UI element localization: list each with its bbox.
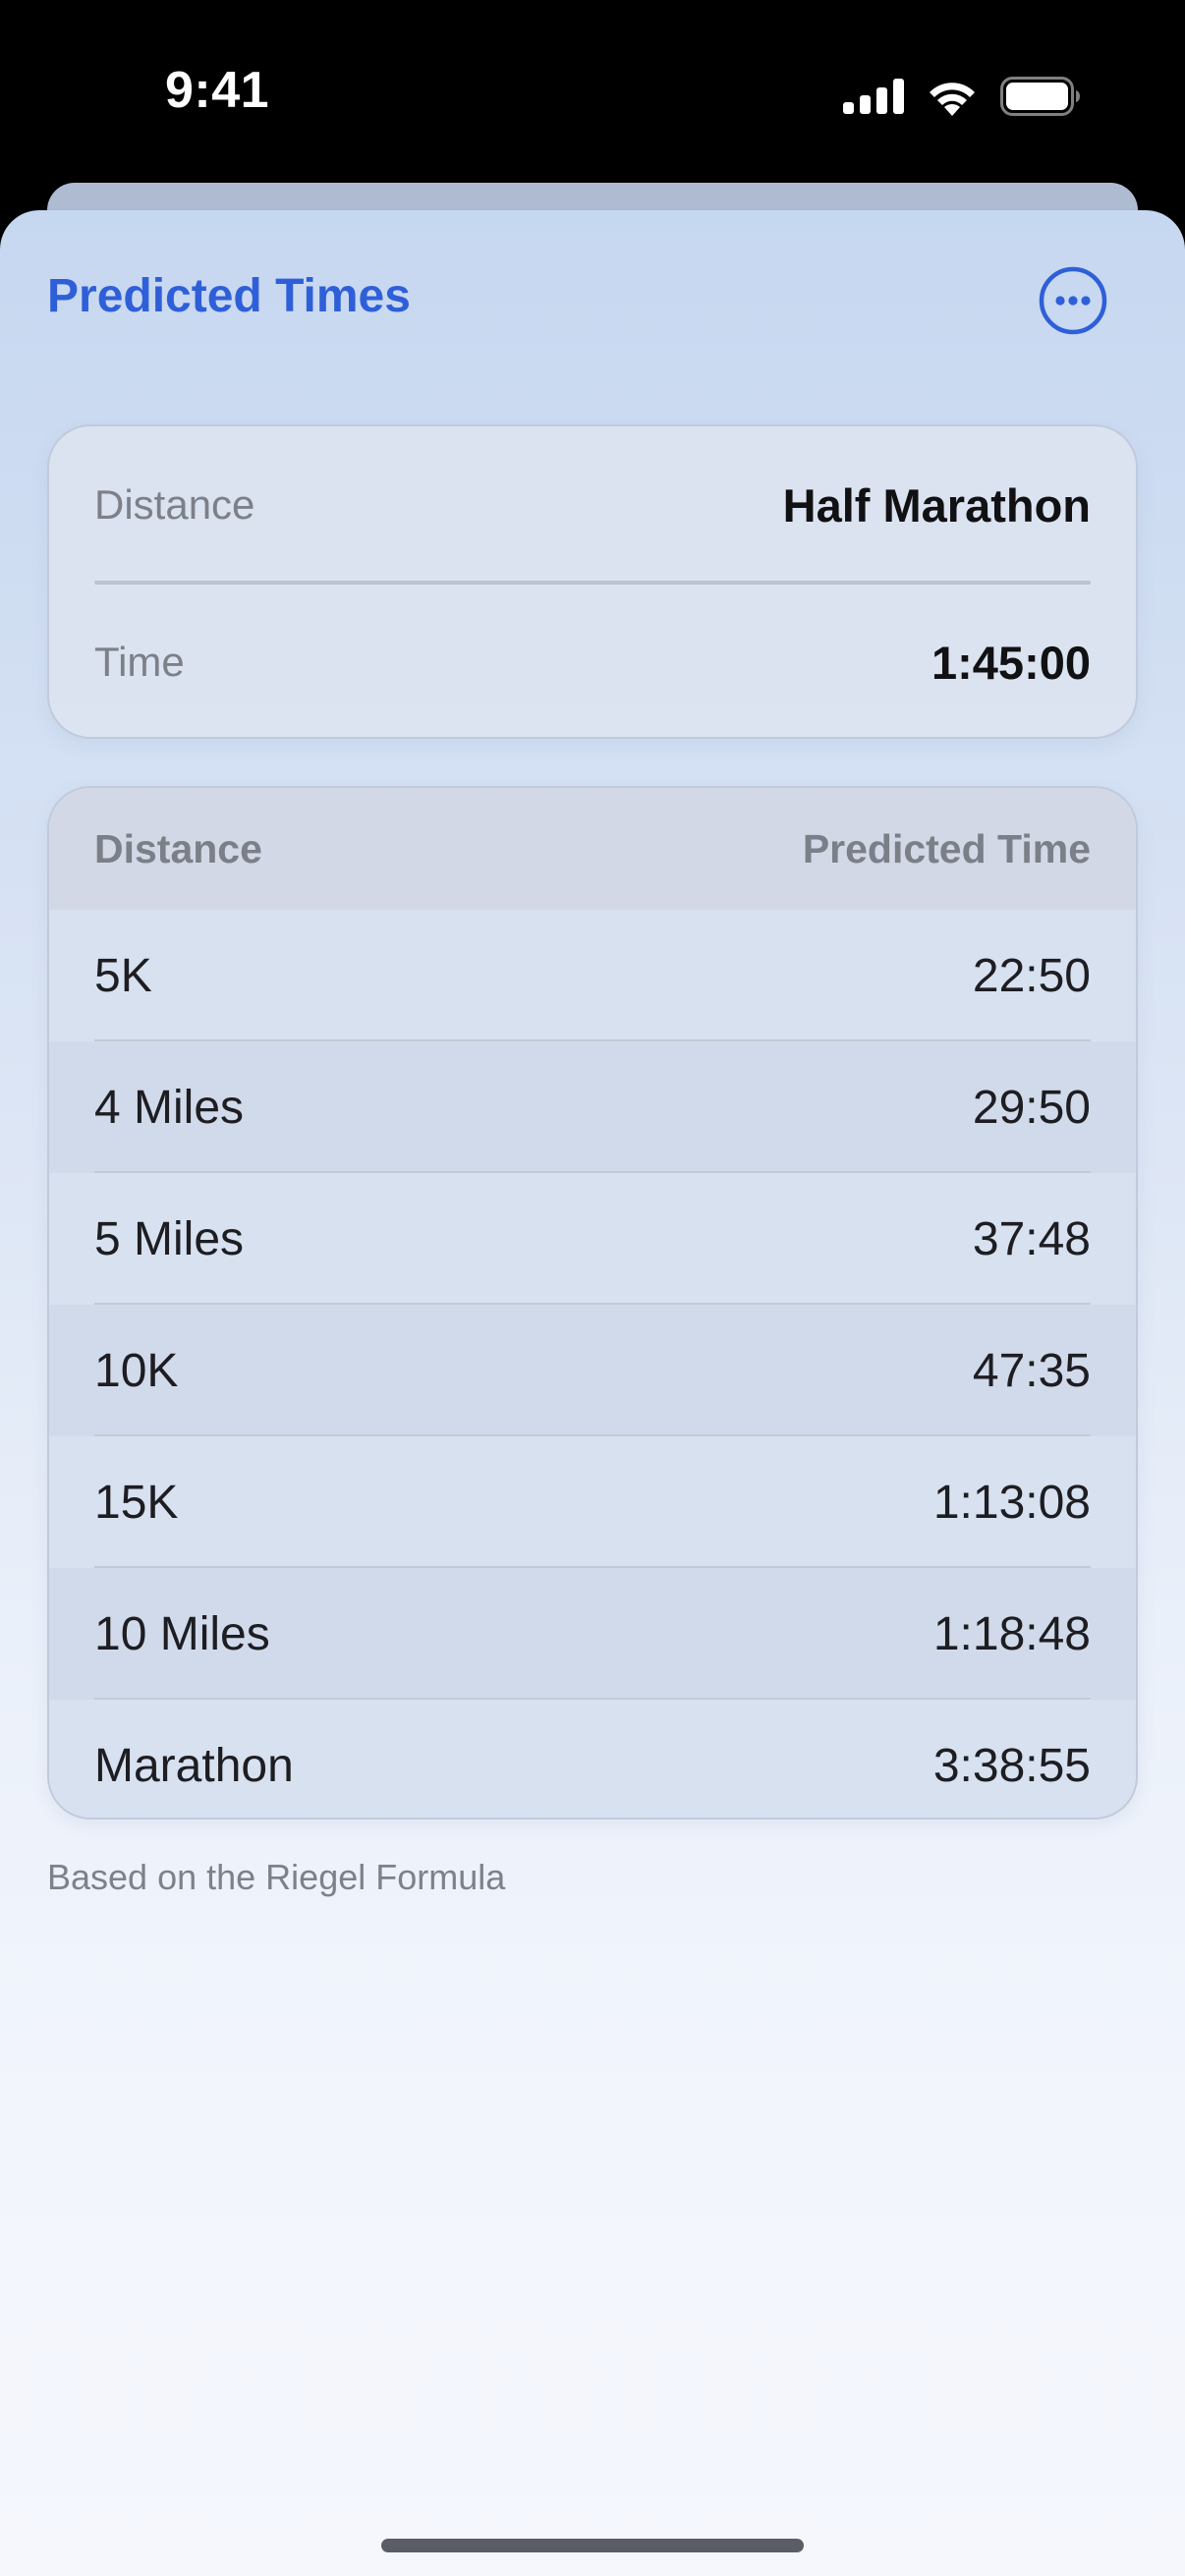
table-row: 10 Miles 1:18:48	[49, 1568, 1136, 1700]
status-icons	[843, 73, 1081, 120]
table-row: 15K 1:13:08	[49, 1436, 1136, 1568]
row-distance: Marathon	[94, 1739, 294, 1792]
time-label: Time	[94, 639, 185, 685]
table-row: 5K 22:50	[49, 910, 1136, 1041]
row-distance: 4 Miles	[94, 1081, 245, 1134]
table-row: 10K 47:35	[49, 1305, 1136, 1436]
wifi-icon	[930, 83, 975, 116]
battery-icon	[1000, 77, 1080, 116]
table-row: Marathon 3:38:55	[49, 1700, 1136, 1818]
row-predicted-time: 1:18:48	[932, 1607, 1091, 1660]
column-header-distance: Distance	[94, 825, 262, 871]
distance-label: Distance	[94, 481, 255, 528]
row-predicted-time: 29:50	[972, 1081, 1091, 1134]
page-title: Predicted Times	[47, 270, 411, 322]
row-predicted-time: 37:48	[972, 1212, 1091, 1265]
table-header: Distance Predicted Time	[49, 788, 1136, 910]
distance-row[interactable]: Distance Half Marathon	[94, 426, 1091, 584]
row-distance: 15K	[94, 1476, 179, 1529]
row-distance: 10K	[94, 1344, 179, 1397]
row-predicted-time: 22:50	[972, 949, 1091, 1002]
race-input-card: Distance Half Marathon Time 1:45:00	[47, 424, 1138, 739]
status-time: 9:41	[165, 62, 270, 119]
time-value[interactable]: 1:45:00	[931, 636, 1091, 690]
status-bar: 9:41	[0, 0, 1185, 187]
row-distance: 10 Miles	[94, 1607, 270, 1660]
table-row: 4 Miles 29:50	[49, 1041, 1136, 1173]
time-row[interactable]: Time 1:45:00	[94, 584, 1091, 741]
table-row: 5 Miles 37:48	[49, 1173, 1136, 1305]
predictions-table: Distance Predicted Time 5K 22:50 4 Miles…	[47, 786, 1138, 1820]
column-header-predicted-time: Predicted Time	[802, 825, 1091, 871]
formula-footnote: Based on the Riegel Formula	[47, 1857, 506, 1897]
row-distance: 5 Miles	[94, 1212, 245, 1265]
row-predicted-time: 3:38:55	[932, 1739, 1091, 1792]
predicted-times-sheet: Predicted Times Distance Half Marathon T…	[0, 210, 1185, 2576]
cellular-signal-icon	[843, 79, 904, 114]
row-predicted-time: 47:35	[972, 1344, 1091, 1397]
ellipsis-circle-icon	[1039, 266, 1107, 335]
row-predicted-time: 1:13:08	[932, 1476, 1091, 1529]
more-options-button[interactable]	[1038, 265, 1108, 336]
distance-value[interactable]: Half Marathon	[783, 478, 1091, 532]
row-distance: 5K	[94, 949, 152, 1002]
table-body: 5K 22:50 4 Miles 29:50 5 Miles 37:48 10K…	[49, 910, 1136, 1818]
home-indicator[interactable]	[381, 2539, 804, 2552]
